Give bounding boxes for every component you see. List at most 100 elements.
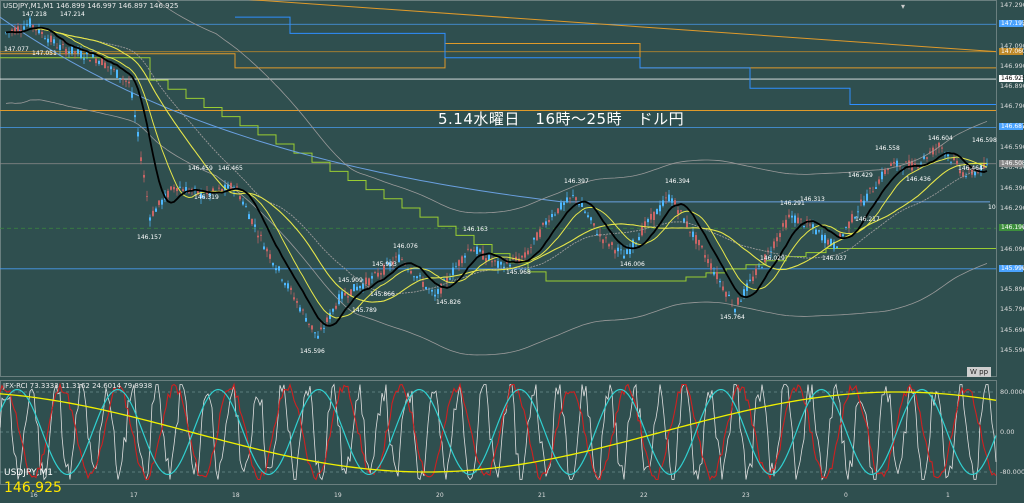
candle-body <box>761 267 763 269</box>
candle-body <box>158 200 160 205</box>
candle-body <box>662 200 664 206</box>
candle-body <box>950 161 952 163</box>
candle-body <box>701 245 703 248</box>
price-level-tag: 146.508 <box>999 159 1024 167</box>
candle-body <box>134 115 136 118</box>
price-chart[interactable] <box>0 0 1024 380</box>
candle-body <box>467 248 469 250</box>
candle-body <box>788 214 790 218</box>
candle-body <box>284 283 286 286</box>
candle-body <box>56 47 58 49</box>
candle-body <box>485 258 487 262</box>
candle-body <box>695 235 697 244</box>
candle-body <box>53 39 55 44</box>
candle-body <box>167 190 169 198</box>
candle-body <box>536 232 538 241</box>
candle-body <box>668 194 670 202</box>
candle-body <box>413 276 415 278</box>
price-annotation: 146.558 <box>875 145 900 153</box>
candle-body <box>884 169 886 175</box>
candle-body <box>560 202 562 210</box>
candle-body <box>698 239 700 246</box>
price-axis-label: 145.690 <box>1000 325 1024 334</box>
candle-body <box>59 44 61 50</box>
price-annotation: 146.217 <box>855 216 880 224</box>
candle-body <box>665 197 667 199</box>
candle-body <box>800 218 802 220</box>
pivot-line-upper <box>0 43 996 69</box>
candle-body <box>542 222 544 225</box>
candle-body <box>305 318 307 322</box>
candle-body <box>29 18 31 27</box>
chart-window[interactable]: { "header": { "main_info": "USDJPY,M1,M1… <box>0 0 1024 503</box>
candle-body <box>704 255 706 258</box>
candle-body <box>107 66 109 68</box>
candle-body <box>437 289 439 294</box>
price-level-tag: 146.925 <box>999 75 1024 83</box>
candle-body <box>956 160 958 165</box>
candle-body <box>32 25 34 28</box>
candle-body <box>377 272 379 277</box>
price-annotation: 146.313 <box>800 195 825 203</box>
oscillator-axis-label: -80.0000 <box>1000 468 1024 476</box>
price-axis-label: 146.290 <box>1000 203 1024 212</box>
price-annotation: 145.968 <box>506 268 531 276</box>
price-axis-label: 145.790 <box>1000 305 1024 314</box>
candle-body <box>737 297 739 305</box>
candle-body <box>290 287 292 290</box>
candle-body <box>779 233 781 237</box>
candle-body <box>647 219 649 223</box>
price-annotation: 146.459 <box>188 165 213 173</box>
price-level-tag: 146.687 <box>999 123 1024 131</box>
candle-body <box>146 196 148 198</box>
price-annotation: 146.429 <box>848 171 873 179</box>
candle-body <box>194 187 196 189</box>
candle-body <box>419 275 421 277</box>
candle-body <box>47 38 49 43</box>
candle-body <box>524 252 526 258</box>
oscillator-axis-label: 80.0000 <box>1000 388 1024 396</box>
candle-body <box>260 234 262 236</box>
candle-body <box>896 160 898 167</box>
candle-body <box>629 248 631 255</box>
chart-shift-icon[interactable]: ▾ <box>898 2 908 12</box>
candle-body <box>554 214 556 216</box>
candle-body <box>893 161 895 164</box>
candle-body <box>239 196 241 200</box>
rci-oscillator[interactable] <box>0 380 1024 492</box>
candle-body <box>617 247 619 252</box>
price-level-tag: 146.190 <box>999 224 1024 232</box>
price-axis-label: 145.890 <box>1000 285 1024 294</box>
candle-body <box>71 46 73 54</box>
candle-body <box>875 187 877 190</box>
candle-body <box>131 92 133 98</box>
candle-body <box>689 231 691 233</box>
candle-body <box>455 266 457 268</box>
candle-body <box>464 255 466 258</box>
bollinger-upper <box>156 0 988 214</box>
candle-body <box>140 157 142 162</box>
price-annotation: 145.764 <box>720 313 745 321</box>
candle-body <box>80 51 82 58</box>
price-annotation: 145.596 <box>300 348 325 356</box>
candle-body <box>551 213 553 218</box>
price-annotation: 146.163 <box>463 226 488 234</box>
candle-body <box>17 26 19 32</box>
time-axis-label: 23 <box>742 492 750 499</box>
candle-body <box>359 285 361 289</box>
candle-body <box>677 210 679 215</box>
price-annotation: 147.077 <box>4 45 29 53</box>
candle-body <box>74 51 76 53</box>
candle-body <box>425 286 427 290</box>
candle-body <box>152 210 154 216</box>
candle-body <box>434 294 436 297</box>
candle-body <box>848 221 850 228</box>
candle-body <box>374 272 376 273</box>
candle-body <box>173 186 175 190</box>
candle-body <box>710 263 712 270</box>
candle-body <box>674 200 676 205</box>
candle-body <box>476 246 478 255</box>
candle-body <box>566 197 568 203</box>
candle-body <box>170 186 172 190</box>
candle-body <box>509 264 511 267</box>
